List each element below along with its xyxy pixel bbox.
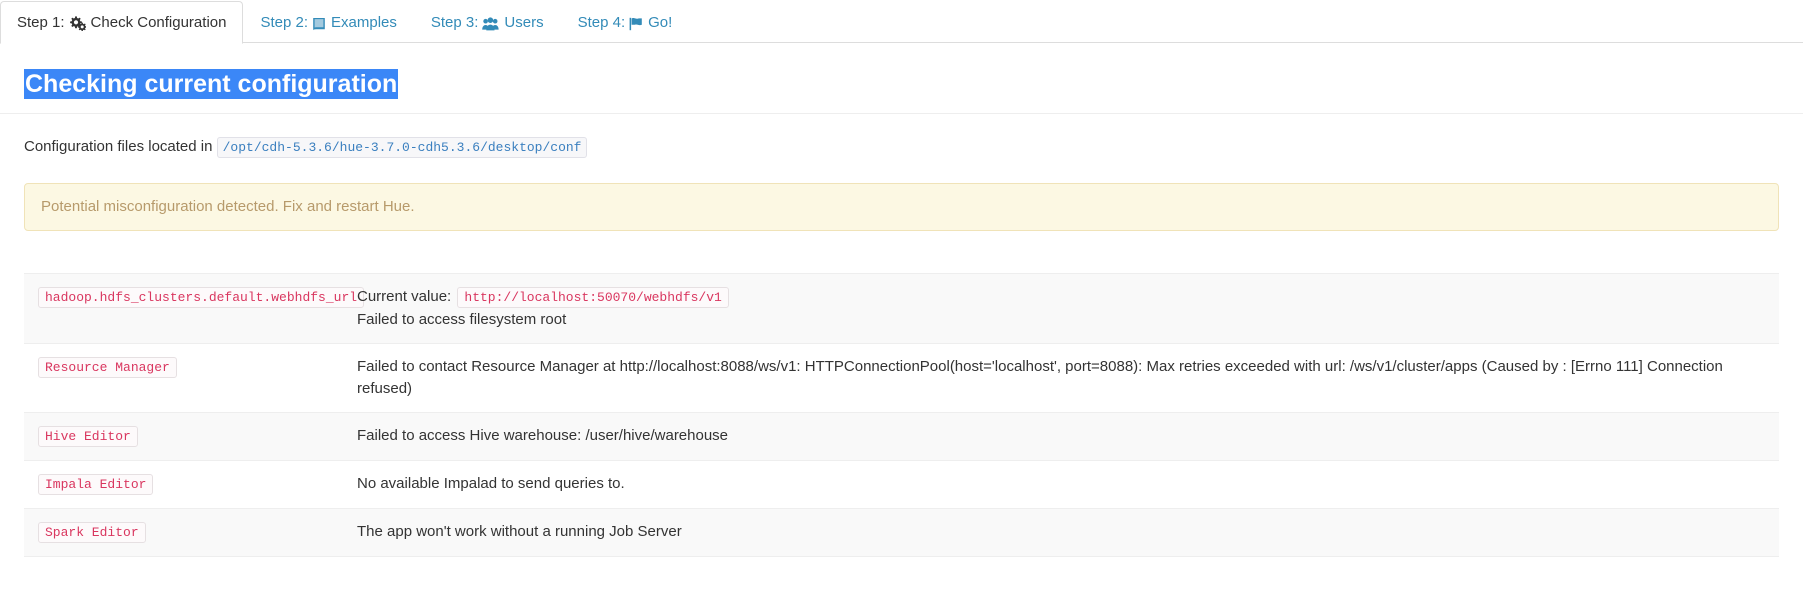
check-message-cell: Failed to contact Resource Manager at ht… (355, 344, 1779, 413)
tab-step-1-prefix: Step 1: (17, 13, 65, 31)
check-key-cell: Resource Manager (24, 344, 355, 413)
check-message-text: No available Impalad to send queries to. (357, 475, 625, 492)
tab-step-4-go[interactable]: Step 4: Go! (561, 1, 690, 44)
config-path-value: /opt/cdh-5.3.6/hue-3.7.0-cdh5.3.6/deskto… (216, 137, 588, 158)
check-message-text: The app won't work without a running Job… (357, 523, 682, 540)
flag-icon (629, 17, 643, 31)
tab-step-3-label: Users (504, 14, 544, 31)
check-key-badge: Impala Editor (38, 474, 154, 495)
check-message-text: Failed to contact Resource Manager at ht… (357, 358, 1723, 397)
table-row: Hive Editor Failed to access Hive wareho… (24, 412, 1779, 461)
page-title: Checking current configuration (24, 69, 399, 99)
wizard-tab-bar: Step 1: Check Configuration Step 2: Exam… (0, 0, 1803, 44)
current-value-badge: http://localhost:50070/webhdfs/v1 (457, 287, 729, 308)
check-message-text: Failed to access filesystem root (357, 311, 567, 328)
page-content: Checking current configuration Configura… (0, 43, 1803, 557)
check-key-badge: Spark Editor (38, 522, 146, 543)
tab-step-3-users[interactable]: Step 3: Users (414, 1, 561, 44)
check-key-badge: hadoop.hdfs_clusters.default.webhdfs_url (38, 287, 365, 308)
check-current-value-line: Current value: http://localhost:50070/we… (357, 286, 1761, 309)
misconfiguration-alert-text: Potential misconfiguration detected. Fix… (41, 198, 415, 215)
check-message-cell: The app won't work without a running Job… (355, 509, 1779, 557)
tab-step-1-label: Check Configuration (90, 13, 227, 31)
tab-step-4-prefix: Step 4: (577, 14, 626, 31)
current-value-label: Current value: (357, 288, 452, 305)
book-icon (312, 17, 326, 31)
config-location-label: Configuration files located in (24, 138, 213, 155)
table-row: hadoop.hdfs_clusters.default.webhdfs_url… (24, 273, 1779, 344)
tab-step-2-prefix: Step 2: (260, 14, 309, 31)
check-message-cell: Failed to access Hive warehouse: /user/h… (355, 413, 1779, 461)
check-key-badge: Resource Manager (38, 357, 177, 378)
tab-step-2-examples[interactable]: Step 2: Examples (243, 1, 413, 44)
tab-step-4-label: Go! (648, 14, 673, 31)
tab-step-2-label: Examples (331, 14, 397, 31)
tab-step-1-check-configuration[interactable]: Step 1: Check Configuration (0, 1, 244, 44)
check-key-cell: hadoop.hdfs_clusters.default.webhdfs_url (24, 274, 365, 344)
check-message-text: Failed to access Hive warehouse: /user/h… (357, 427, 729, 444)
check-message-cell: Current value: http://localhost:50070/we… (355, 274, 1779, 344)
check-key-cell: Hive Editor (24, 413, 355, 461)
misconfiguration-alert: Potential misconfiguration detected. Fix… (24, 183, 1779, 231)
cogs-icon (69, 15, 86, 31)
check-key-cell: Impala Editor (24, 461, 355, 509)
configuration-checks-table: hadoop.hdfs_clusters.default.webhdfs_url… (24, 273, 1779, 557)
check-key-badge: Hive Editor (38, 426, 138, 447)
config-location-line: Configuration files located in /opt/cdh-… (24, 114, 1779, 165)
users-icon (482, 16, 500, 31)
tab-list: Step 1: Check Configuration Step 2: Exam… (0, 0, 1803, 44)
tab-step-3-prefix: Step 3: (430, 14, 479, 31)
check-key-cell: Spark Editor (24, 509, 355, 557)
table-row: Impala Editor No available Impalad to se… (24, 460, 1779, 509)
table-row: Resource Manager Failed to contact Resou… (24, 343, 1779, 413)
page-title-row: Checking current configuration (24, 43, 1779, 113)
table-row: Spark Editor The app won't work without … (24, 508, 1779, 557)
check-message-cell: No available Impalad to send queries to. (355, 461, 1779, 509)
